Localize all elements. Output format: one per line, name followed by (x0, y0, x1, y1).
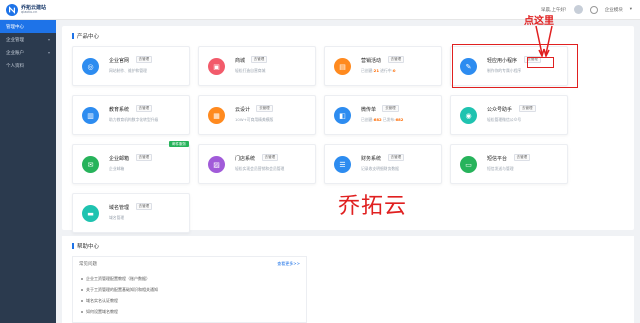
globe-icon: ◎ (82, 58, 99, 75)
manage-button[interactable]: 去管理 (135, 105, 153, 112)
chevron-down-icon: ▾ (47, 37, 50, 42)
stat-label: 已创建: (361, 68, 374, 73)
manage-button[interactable]: 去管理 (135, 203, 153, 210)
manage-button[interactable]: 去管理 (250, 56, 268, 63)
help-article-link[interactable]: 关于工资管理的配置基础知识和相关通知 (81, 284, 298, 295)
product-card[interactable]: ▭ 短信平台 去管理短信发送与管理 (450, 144, 568, 184)
product-description: 轻松打造自营商城 (235, 68, 266, 73)
sidebar: 管理中心 企业管理 ▾ 企业账户 ▾ 个人资料 (0, 20, 56, 323)
logo-domain: qiaotu.cn (21, 9, 38, 14)
book-icon: ▥ (82, 107, 99, 124)
product-card[interactable]: ✉ 企业邮箱 去管理 企业邮箱 邮件服务 (72, 141, 190, 184)
stat-value: 0 (392, 68, 396, 73)
stat-value: 682 (395, 117, 404, 122)
help-article-link[interactable]: 如何设置域名教程 (81, 306, 298, 317)
manage-button[interactable]: 去管理 (261, 154, 279, 161)
product-card[interactable]: ▣ 商城 去管理轻松打造自营商城 (198, 46, 316, 86)
product-name: 云设计 (235, 107, 251, 113)
product-description: 轻松实现会员营销和会员管理 (235, 166, 285, 171)
product-description: 已创建:682 已发布:682 (361, 117, 403, 123)
product-card[interactable]: ▨ 门店系统 去管理轻松实现会员营销和会员管理 (198, 144, 316, 184)
product-description: 助力教育机构数字化转型升级 (109, 117, 159, 122)
store-icon: ▨ (208, 156, 225, 173)
product-description: 域名管理 (109, 215, 125, 220)
help-icon[interactable] (589, 5, 598, 14)
manage-button[interactable]: 去管理 (387, 154, 405, 161)
list-icon: ☰ (334, 156, 351, 173)
product-description: 记录收支明细财务数据 (361, 166, 399, 171)
product-name: 公众号助手 (487, 107, 513, 113)
product-name: 短信平台 (487, 156, 508, 162)
stat-label: 已发布: (381, 117, 396, 122)
product-description: 已创建:21 进行中:0 (361, 68, 396, 74)
product-name: 教育系统 (109, 107, 130, 113)
faq-title: 常见问题 (79, 262, 97, 267)
product-name: 营销活动 (361, 58, 382, 64)
product-card[interactable]: ◉ 公众号助手 去管理轻松管理微信公众号 (450, 95, 568, 135)
product-name: 财务系统 (361, 156, 382, 162)
section-title: 帮助中心 (72, 242, 624, 250)
product-description: 10W+可商用精美模版 (235, 117, 274, 122)
more-link[interactable]: 查看更多>> (277, 261, 300, 267)
chevron-down-icon: ▾ (47, 50, 50, 55)
product-description: 短信发送与管理 (487, 166, 514, 171)
manage-button[interactable]: 去管理 (382, 105, 399, 112)
product-description: 网站制作、维护和管理 (109, 68, 147, 73)
sidebar-item-enterprise[interactable]: 企业管理 ▾ (0, 33, 56, 46)
logo[interactable]: 乔拓云建站 qiaotu.cn (6, 3, 66, 17)
arrow-icon (535, 25, 553, 58)
chart-icon: ▤ (334, 58, 351, 75)
stat-label: 已创建: (361, 117, 374, 122)
product-card[interactable]: ☰ 财务系统 去管理记录收支明细财务数据 (324, 144, 442, 184)
product-name: 企业邮箱 (109, 156, 130, 162)
logo-icon (6, 4, 18, 16)
product-name: 域名管理 (109, 205, 130, 211)
avatar[interactable] (573, 5, 583, 14)
domain-icon: ▬ (82, 205, 99, 222)
watermark: 乔拓云 (338, 194, 408, 219)
product-description: 轻松管理微信公众号 (487, 117, 522, 122)
wechat-icon: ◉ (460, 107, 477, 124)
manage-button[interactable]: 去管理 (387, 56, 405, 63)
manage-button[interactable]: 去管理 (513, 154, 531, 161)
sidebar-item-dashboard[interactable]: 管理中心 (0, 20, 56, 33)
design-icon: ▦ (208, 107, 225, 124)
manage-button[interactable]: 去管理 (256, 105, 273, 112)
product-name: 企业官网 (109, 58, 130, 64)
sidebar-item-label: 企业管理 (6, 37, 24, 43)
product-card[interactable]: ▦ 云设计 去管理 10W+可商用精美模版 (198, 95, 316, 135)
product-card[interactable]: ▥ 教育系统 去管理助力教育机构数字化转型升级 (72, 95, 190, 135)
status-badge: 邮件服务 (169, 141, 189, 147)
mail-icon: ✉ (82, 156, 99, 173)
flyer-icon: ◧ (334, 107, 351, 124)
shop-icon: ▣ (208, 58, 225, 75)
stat-value: 682 (373, 117, 382, 122)
sidebar-item-label: 管理中心 (6, 24, 24, 30)
help-center: 帮助中心 常见问题 查看更多>> 企业工资管理配置教程（账户数据） 关于工资管理的… (62, 236, 634, 323)
help-article-link[interactable]: 企业工资管理配置教程（账户数据） (81, 273, 298, 284)
chevron-down-icon[interactable]: ▾ (630, 7, 632, 12)
help-article-link[interactable]: 域名实名认证教程 (81, 295, 298, 306)
product-name: 微传单 (361, 107, 377, 113)
product-card[interactable]: ▤ 营销活动 去管理已创建:21 进行中:0 (324, 46, 442, 86)
sms-icon: ▭ (460, 156, 477, 173)
stat-label: 进行中: (378, 68, 393, 73)
highlight-tag-box (527, 57, 554, 68)
product-description: 企业邮箱 (109, 166, 125, 171)
product-card[interactable]: ▬ 域名管理 去管理 域名管理 (72, 193, 190, 233)
account-menu[interactable]: 企业模块 (605, 7, 623, 13)
manage-button[interactable]: 去管理 (135, 56, 153, 63)
sidebar-item-label: 企业账户 (6, 50, 24, 56)
product-card[interactable]: ◧ 微传单 去管理 已创建:682 已发布:682 (324, 95, 442, 135)
product-card[interactable]: ◎ 企业官网 去管理网站制作、维护和管理 (72, 46, 190, 86)
manage-button[interactable]: 去管理 (135, 154, 153, 161)
faq-box: 常见问题 查看更多>> 企业工资管理配置教程（账户数据） 关于工资管理的配置基础知… (72, 256, 307, 323)
sidebar-item-label: 个人资料 (6, 63, 24, 69)
product-name: 门店系统 (235, 156, 256, 162)
manage-button[interactable]: 去管理 (519, 105, 536, 112)
product-name: 商城 (235, 58, 246, 64)
sidebar-item-account[interactable]: 企业账户 ▾ (0, 46, 56, 59)
sidebar-item-profile[interactable]: 个人资料 (0, 59, 56, 72)
